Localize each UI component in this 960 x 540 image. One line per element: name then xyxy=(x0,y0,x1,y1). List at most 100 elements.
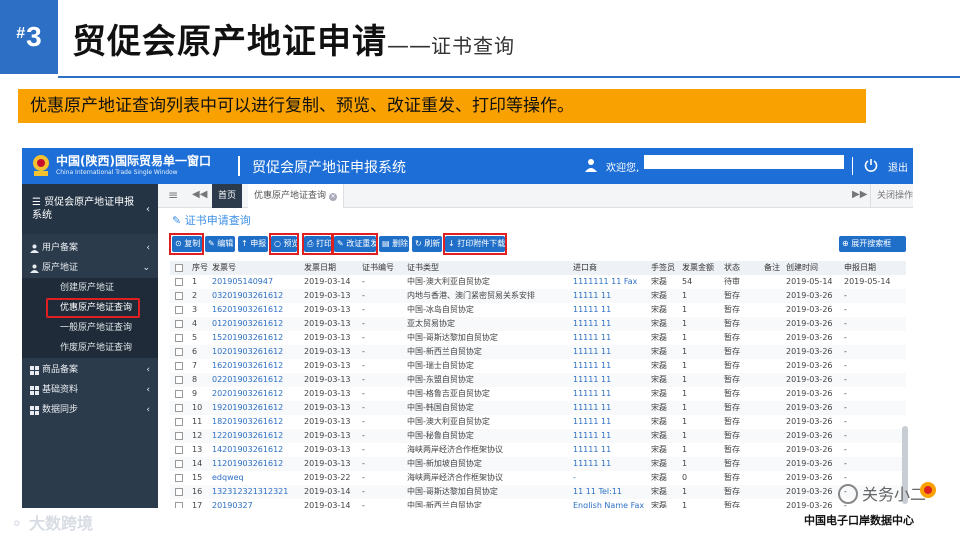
row-checkbox[interactable] xyxy=(175,390,183,398)
sidebar-item-origin-cert[interactable]: 原产地证 ⌄ xyxy=(22,258,158,278)
table-cell: 中国-新加坡自贸协定 xyxy=(407,459,482,468)
row-checkbox[interactable] xyxy=(175,502,183,508)
table-row[interactable]: 9 20201903261612 2019-03-13- 中国-格鲁吉亚自贸协定 111… xyxy=(170,387,906,401)
table-cell: 暂存 xyxy=(724,403,740,412)
sidebar-item-data-sync[interactable]: 数据同步 ‹ xyxy=(22,400,158,420)
row-checkbox[interactable] xyxy=(175,488,183,496)
sidebar-subitem-create[interactable]: 创建原产地证 xyxy=(22,278,158,298)
sidebar-item-goods-filing[interactable]: 商品备案 ‹ xyxy=(22,360,158,380)
tab-scroll-left-icon[interactable]: ◀◀ xyxy=(192,189,207,200)
invoice-link[interactable]: 14201903261612 xyxy=(212,443,283,457)
row-checkbox[interactable] xyxy=(175,348,183,356)
invoice-link[interactable]: 11201903261612 xyxy=(212,457,283,471)
table-cell: 1 xyxy=(682,361,688,370)
table-cell: 宋磊 xyxy=(651,473,667,482)
delete-button[interactable]: ▤ 删除 xyxy=(379,236,409,252)
table-cell: 暂存 xyxy=(724,459,740,468)
row-checkbox[interactable] xyxy=(175,460,183,468)
invoice-link[interactable]: 02201903261612 xyxy=(212,373,283,387)
table-row[interactable]: 11 18201903261612 2019-03-13- 中国-澳大利亚自贸协定 11… xyxy=(170,415,906,429)
invoice-link[interactable]: 18201903261612 xyxy=(212,415,283,429)
row-checkbox[interactable] xyxy=(175,418,183,426)
invoice-link[interactable]: 12201903261612 xyxy=(212,429,283,443)
row-checkbox[interactable] xyxy=(175,376,183,384)
invoice-link[interactable]: 15201903261612 xyxy=(212,331,283,345)
invoice-link[interactable]: 201905140947 xyxy=(212,275,273,289)
sidebar-item-user-filing[interactable]: 用户备案 ‹ xyxy=(22,238,158,258)
invoice-link[interactable]: 03201903261612 xyxy=(212,289,283,303)
table-row[interactable]: 6 10201903261612 2019-03-13- 中国-新西兰自贸协定 1111… xyxy=(170,345,906,359)
invoice-link[interactable]: 10201903261612 xyxy=(212,345,283,359)
invoice-link[interactable]: 19201903261612 xyxy=(212,401,283,415)
highlight-print-attachment xyxy=(443,233,507,255)
table-cell: 2019-03-13 xyxy=(304,431,351,440)
declare-button[interactable]: ↑ 申报 xyxy=(238,236,268,252)
table-row[interactable]: 5 15201903261612 2019-03-13- 中国-哥斯达黎加自贸协定 11… xyxy=(170,331,906,345)
menu-icon[interactable]: ≡ xyxy=(168,188,178,202)
row-checkbox[interactable] xyxy=(175,474,183,482)
sidebar-subitem-void-query[interactable]: 作废原产地证查询 xyxy=(22,338,158,358)
row-checkbox[interactable] xyxy=(175,278,183,286)
row-checkbox[interactable] xyxy=(175,306,183,314)
edit-button[interactable]: ✎ 编辑 xyxy=(205,236,235,252)
close-operations-dropdown[interactable]: 关闭操作 ▾ xyxy=(870,184,913,208)
row-checkbox[interactable] xyxy=(175,334,183,342)
table-row[interactable]: 4 01201903261612 2019-03-13 - 亚太贸易协定 11111 11… xyxy=(170,317,906,331)
table-cell: 1 xyxy=(682,347,688,356)
select-all-checkbox[interactable] xyxy=(175,264,183,272)
row-checkbox[interactable] xyxy=(175,446,183,454)
table-cell: 1 xyxy=(682,305,688,314)
table-cell: 中国-格鲁吉亚自贸协定 xyxy=(407,389,490,398)
table-cell: - xyxy=(844,445,847,454)
table-cell: 宋磊 xyxy=(651,319,667,328)
table-row[interactable]: 3 16201903261612 2019-03-13- 中国-冰岛自贸协定 11111… xyxy=(170,303,906,317)
table-cell: 中国-澳大利亚自贸协定 xyxy=(407,277,490,286)
sidebar-header[interactable]: ☰ 贸促会原产地证申报系统 ‹ xyxy=(22,184,158,234)
tab-scroll-right-icon[interactable]: ▶▶ xyxy=(852,189,867,200)
table-row[interactable]: 15 edqweq 2019-03-22 - 海峡两岸经济合作框架协议 - 宋磊 0 暂存 201… xyxy=(170,471,906,485)
invoice-link[interactable]: 16201903261612 xyxy=(212,303,283,317)
emblem-icon xyxy=(33,155,49,176)
invoice-link[interactable]: edqweq xyxy=(212,471,244,485)
table-row[interactable]: 17 20190327 2019-03-14 - 中国-新西兰自贸协定 English N… xyxy=(170,499,906,508)
expand-search-button[interactable]: ⊕ 展开搜索框 xyxy=(839,236,906,252)
invoice-link[interactable]: 16201903261612 xyxy=(212,359,283,373)
table-row[interactable]: 8 02201903261612 2019-03-13- 中国-东盟自贸协定 11111… xyxy=(170,373,906,387)
tab-home[interactable]: 首页 xyxy=(212,184,243,208)
table-cell: 暂存 xyxy=(724,389,740,398)
invoice-link[interactable]: 20201903261612 xyxy=(212,387,283,401)
table-cell: 3 xyxy=(192,305,198,314)
invoice-link[interactable]: 132312321312321 xyxy=(212,485,288,499)
table-row[interactable]: 16 132312321312321 2019-03-14 - 中国-哥斯达黎加自贸协定… xyxy=(170,485,906,499)
table-cell: 待审 xyxy=(724,277,740,286)
chevron-left-icon: ‹ xyxy=(146,204,150,215)
logout-link[interactable]: 退出 xyxy=(888,159,908,174)
highlight-copy xyxy=(169,233,204,255)
row-checkbox[interactable] xyxy=(175,432,183,440)
table-cell: 宋磊 xyxy=(651,403,667,412)
row-checkbox[interactable] xyxy=(175,292,183,300)
table-row[interactable]: 14 11201903261612 2019-03-13- 中国-新加坡自贸协定 111… xyxy=(170,457,906,471)
sidebar-subitem-general-query[interactable]: 一般原产地证查询 xyxy=(22,318,158,338)
table-row[interactable]: 7 16201903261612 2019-03-13- 中国-瑞士自贸协定 11111… xyxy=(170,359,906,373)
table-row[interactable]: 2 03201903261612 2019-03-13 - 内地与香港、澳门紧密贸易关系… xyxy=(170,289,906,303)
table-row[interactable]: 10 19201903261612 2019-03-13- 中国-韩国自贸协定 1111… xyxy=(170,401,906,415)
table-row[interactable]: 1 201905140947 2019-03-14 - 中国-澳大利亚自贸协定 11111… xyxy=(170,275,906,289)
close-icon[interactable]: ✕ xyxy=(329,193,338,201)
row-checkbox[interactable] xyxy=(175,404,183,412)
table-cell: - xyxy=(844,291,847,300)
table-row[interactable]: 12 12201903261612 2019-03-13- 中国-秘鲁自贸协定 1111… xyxy=(170,429,906,443)
invoice-link[interactable]: 01201903261612 xyxy=(212,317,283,331)
row-checkbox[interactable] xyxy=(175,320,183,328)
table-row[interactable]: 13 14201903261612 2019-03-13 - 海峡两岸经济合作框架协议 1… xyxy=(170,443,906,457)
power-icon[interactable] xyxy=(864,158,878,172)
invoice-link[interactable]: 20190327 xyxy=(212,499,253,508)
row-checkbox[interactable] xyxy=(175,362,183,370)
table-cell: 中国-冰岛自贸协定 xyxy=(407,305,474,314)
table-cell: 宋磊 xyxy=(651,291,667,300)
sidebar-item-basic-data[interactable]: 基础资料 ‹ xyxy=(22,380,158,400)
tab-current[interactable]: 优惠原产地证查询 ✕ xyxy=(248,184,345,208)
table-cell: - xyxy=(844,305,847,314)
content-title: ✎ 证书申请查询 xyxy=(172,214,251,227)
refresh-button[interactable]: ↻ 刷新 xyxy=(412,236,442,252)
